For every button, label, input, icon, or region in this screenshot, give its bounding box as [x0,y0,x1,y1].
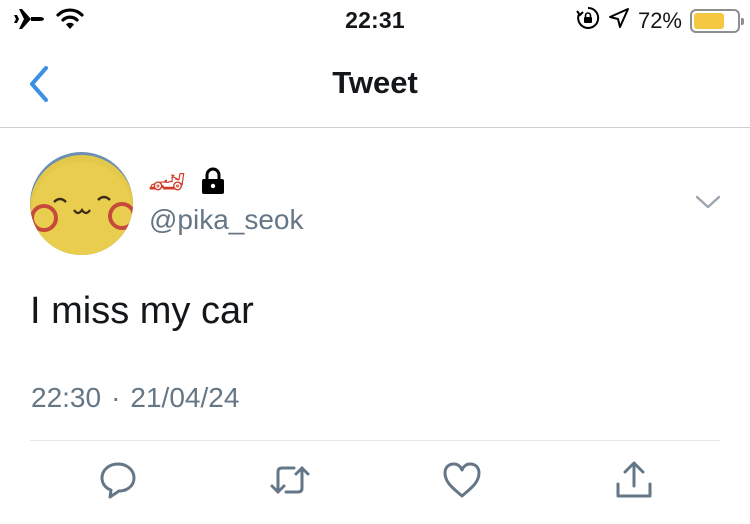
orientation-lock-icon [576,6,600,35]
heart-icon [443,462,481,498]
lock-icon [200,167,226,200]
display-name[interactable]: 🏎 [148,166,226,200]
tweet-time: 22:30 [31,382,102,413]
navigation-bar: Tweet [0,40,750,128]
divider [30,440,720,441]
meta-separator: · [111,382,121,413]
reply-icon [100,462,136,499]
battery-cap [741,17,744,25]
avatar[interactable] [30,152,133,255]
reply-button[interactable] [96,458,140,502]
retweet-icon [270,466,310,494]
retweet-button[interactable] [268,458,312,502]
tweet-menu-button[interactable] [694,192,722,212]
location-icon [608,7,630,34]
battery-percent: 72% [637,7,682,33]
action-bar [0,458,750,508]
status-right: 72% [576,6,744,35]
battery-icon [690,8,744,33]
status-bar: 22:31 72% [0,0,750,40]
user-handle[interactable]: @pika_seok [149,204,304,236]
tweet-timestamp: 22:30 · 21/04/24 [31,382,239,414]
tweet-text: I miss my car [30,290,254,332]
tweet-date: 21/04/24 [130,382,240,413]
share-icon [616,461,652,498]
share-button[interactable] [612,458,656,502]
battery-fill [694,12,725,29]
chevron-down-icon [695,195,721,209]
like-button[interactable] [440,458,484,502]
page-title: Tweet [332,65,418,100]
race-car-emoji: 🏎 [148,166,187,199]
